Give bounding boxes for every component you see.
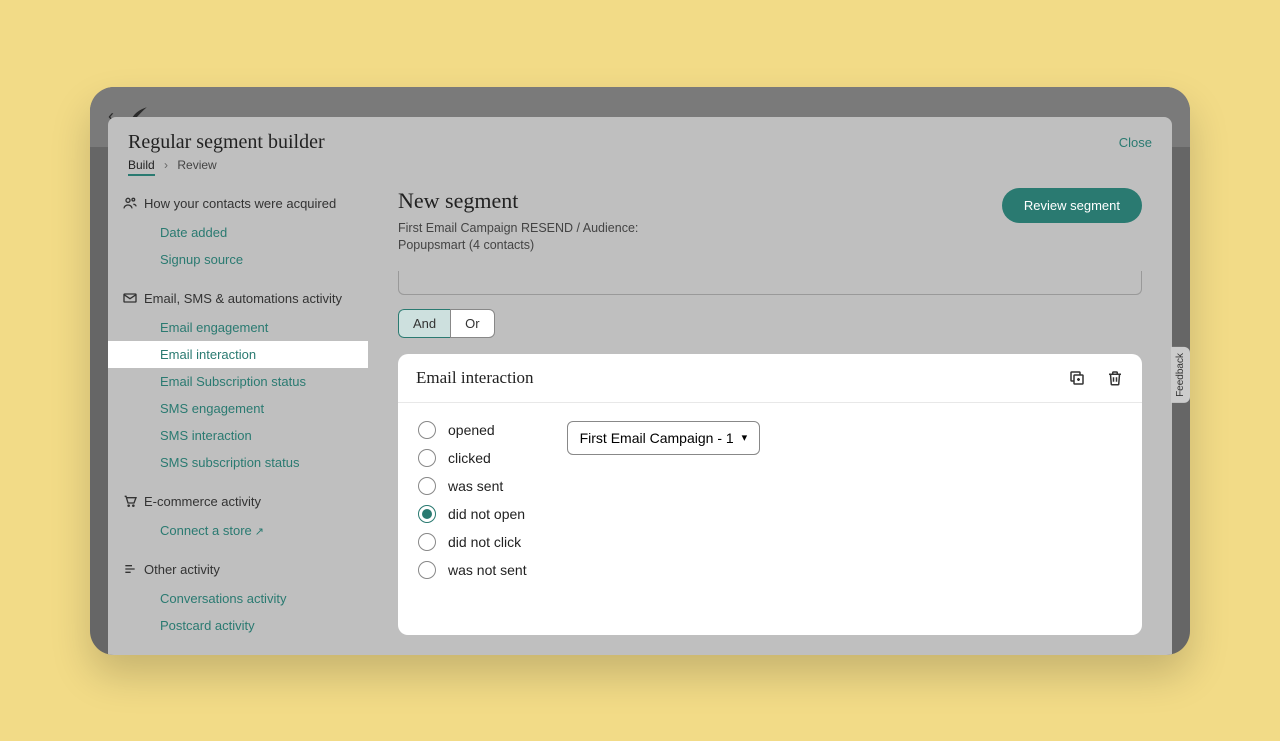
- list-icon: [122, 561, 138, 577]
- radio-opened[interactable]: opened: [418, 421, 527, 439]
- card-header: Email interaction: [398, 354, 1142, 403]
- sidebar-group-other: Other activity: [108, 554, 368, 585]
- radio-was-sent[interactable]: was sent: [418, 477, 527, 495]
- and-or-toggle: And Or: [398, 309, 1142, 338]
- modal-header: Regular segment builder Build › Review C…: [108, 117, 1172, 178]
- duplicate-icon[interactable]: [1068, 369, 1086, 387]
- sidebar-item-conversations[interactable]: Conversations activity: [108, 585, 368, 612]
- or-button[interactable]: Or: [450, 309, 494, 338]
- sidebar-item-email-engagement[interactable]: Email engagement: [108, 314, 368, 341]
- card-body: opened clicked was sent did not open did…: [398, 403, 1142, 597]
- segment-title: New segment: [398, 188, 698, 214]
- and-button[interactable]: And: [398, 309, 450, 338]
- breadcrumb-review[interactable]: Review: [177, 158, 216, 172]
- modal-body: How your contacts were acquired Date add…: [108, 178, 1172, 655]
- condition-card: Email interaction opened clicked was sen…: [398, 354, 1142, 635]
- app-window: ‹ Regular segment builder Build › Review…: [90, 87, 1190, 655]
- segment-builder-modal: Regular segment builder Build › Review C…: [108, 117, 1172, 655]
- envelope-icon: [122, 290, 138, 306]
- radio-icon: [418, 533, 436, 551]
- campaign-select[interactable]: First Email Campaign - 1 ▾: [567, 421, 761, 455]
- chevron-down-icon: ▾: [742, 431, 748, 444]
- radio-icon: [418, 505, 436, 523]
- radio-did-not-click[interactable]: did not click: [418, 533, 527, 551]
- chevron-right-icon: ›: [164, 158, 168, 172]
- main-panel: New segment First Email Campaign RESEND …: [368, 178, 1172, 655]
- close-button[interactable]: Close: [1119, 131, 1152, 150]
- radio-was-not-sent[interactable]: was not sent: [418, 561, 527, 579]
- review-segment-button[interactable]: Review segment: [1002, 188, 1142, 223]
- radio-icon: [418, 449, 436, 467]
- sidebar-item-sms-subscription[interactable]: SMS subscription status: [108, 449, 368, 476]
- radio-group: opened clicked was sent did not open did…: [418, 421, 527, 579]
- previous-condition-box: [398, 271, 1142, 295]
- feedback-tab[interactable]: Feedback: [1171, 347, 1190, 403]
- radio-icon: [418, 421, 436, 439]
- sidebar: How your contacts were acquired Date add…: [108, 178, 368, 655]
- sidebar-group-ecommerce: E-commerce activity: [108, 486, 368, 517]
- sidebar-item-postcard[interactable]: Postcard activity: [108, 612, 368, 639]
- segment-subtitle: First Email Campaign RESEND / Audience: …: [398, 220, 698, 255]
- modal-title: Regular segment builder: [128, 131, 325, 154]
- cart-icon: [122, 493, 138, 509]
- main-header: New segment First Email Campaign RESEND …: [398, 188, 1142, 255]
- external-link-icon: ↗: [255, 526, 264, 538]
- contacts-icon: [122, 195, 138, 211]
- sidebar-item-sms-engagement[interactable]: SMS engagement: [108, 395, 368, 422]
- radio-did-not-open[interactable]: did not open: [418, 505, 527, 523]
- sidebar-item-signup-source[interactable]: Signup source: [108, 246, 368, 273]
- breadcrumb: Build › Review: [128, 158, 325, 172]
- sidebar-item-connect-store[interactable]: Connect a store↗: [108, 517, 368, 544]
- radio-clicked[interactable]: clicked: [418, 449, 527, 467]
- card-title: Email interaction: [416, 368, 534, 388]
- breadcrumb-build[interactable]: Build: [128, 158, 155, 176]
- sidebar-item-email-subscription[interactable]: Email Subscription status: [108, 368, 368, 395]
- radio-icon: [418, 477, 436, 495]
- radio-icon: [418, 561, 436, 579]
- sidebar-item-date-added[interactable]: Date added: [108, 219, 368, 246]
- sidebar-item-sms-interaction[interactable]: SMS interaction: [108, 422, 368, 449]
- sidebar-group-acquisition: How your contacts were acquired: [108, 188, 368, 219]
- sidebar-item-email-interaction[interactable]: Email interaction: [108, 341, 368, 368]
- sidebar-group-email-sms: Email, SMS & automations activity: [108, 283, 368, 314]
- trash-icon[interactable]: [1106, 369, 1124, 387]
